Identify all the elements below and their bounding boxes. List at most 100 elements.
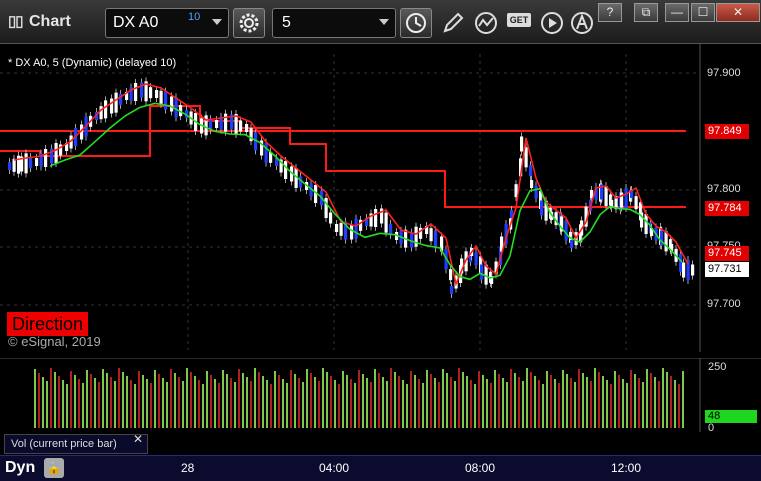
candle-body [54, 143, 58, 163]
volume-pane[interactable] [0, 358, 761, 432]
volume-bar [42, 377, 44, 428]
volume-bar [382, 377, 384, 428]
volume-bar [622, 379, 624, 428]
play-icon[interactable] [540, 10, 566, 36]
volume-bar [650, 373, 652, 428]
time-label: 08:00 [465, 461, 496, 475]
candle-body [159, 90, 163, 104]
volume-bar [166, 382, 168, 428]
symbol-delay-badge: 10 [188, 11, 201, 23]
volume-bar [286, 383, 288, 428]
volume-bar [430, 374, 432, 428]
volume-bar [102, 369, 104, 428]
candle-body [114, 92, 118, 113]
alert-icon[interactable] [570, 10, 596, 36]
volume-bar [78, 379, 80, 428]
symbol-input[interactable]: DX A0 10 [105, 8, 229, 38]
volume-bar [246, 377, 248, 428]
price-chart-canvas[interactable] [0, 44, 761, 352]
candle-body [329, 212, 333, 224]
volume-bar [106, 373, 108, 428]
volume-bar [230, 378, 232, 428]
volume-legend[interactable]: Vol (current price bar) [4, 434, 148, 454]
volume-bar [266, 380, 268, 428]
candle-body [520, 136, 524, 152]
volume-bar [86, 370, 88, 428]
candle-body [339, 222, 343, 236]
get-data-icon[interactable]: GET [507, 13, 531, 27]
volume-bar [218, 383, 220, 428]
volume-bar [510, 369, 512, 428]
volume-bar [418, 379, 420, 428]
volume-bar [366, 378, 368, 428]
volume-bar [398, 376, 400, 428]
pencil-icon[interactable] [440, 10, 466, 36]
volume-bar [326, 372, 328, 428]
volume-bar [138, 371, 140, 428]
candle-body [350, 224, 354, 240]
chart-window-icon: ▯▯ [8, 13, 23, 30]
volume-bar [118, 368, 120, 428]
volume-bar [442, 369, 444, 428]
price-tick: 97.900 [707, 67, 741, 79]
close-icon[interactable]: ✕ [133, 432, 143, 446]
lock-icon[interactable]: 🔒 [44, 458, 64, 478]
volume-bar [182, 381, 184, 428]
time-template-button[interactable] [400, 8, 432, 38]
price-bars [8, 77, 695, 298]
chevron-down-icon[interactable] [212, 19, 222, 25]
volume-bar [190, 372, 192, 428]
volume-tick: 0 [708, 422, 715, 434]
volume-bar [82, 383, 84, 428]
candle-body [384, 212, 388, 233]
volume-bar [226, 374, 228, 428]
time-axis[interactable] [0, 455, 761, 481]
interval-input[interactable]: 5 [272, 8, 396, 38]
volume-bar [250, 381, 252, 428]
volume-bar [486, 379, 488, 428]
time-label: 04:00 [319, 461, 350, 475]
candle-body [624, 188, 628, 208]
volume-bar [134, 384, 136, 428]
volume-bar [638, 378, 640, 428]
symbol-value: DX A0 [113, 14, 159, 31]
volume-bar [122, 372, 124, 428]
volume-bar [438, 382, 440, 428]
volume-bar [466, 376, 468, 428]
volume-bar [58, 376, 60, 428]
volume-bar [494, 370, 496, 428]
chart-caption: * DX A0, 5 (Dynamic) (delayed 10) [8, 57, 177, 69]
minimize-button[interactable]: — [665, 3, 689, 22]
candle-body [450, 286, 454, 294]
last-price-tag: 97.731 [705, 262, 749, 277]
volume-bar [110, 377, 112, 428]
maximize-button[interactable]: ☐ [691, 3, 715, 22]
volume-bar [314, 377, 316, 428]
volume-bar [578, 369, 580, 428]
volume-bar [370, 382, 372, 428]
dynamic-mode-label[interactable]: Dyn [5, 459, 35, 477]
restore-button[interactable]: ⧉ [634, 3, 658, 22]
interval-value: 5 [282, 14, 291, 31]
volume-bar [278, 375, 280, 428]
help-button[interactable]: ? [598, 3, 622, 22]
volume-bar [222, 370, 224, 428]
settings-button[interactable] [233, 8, 265, 38]
volume-bar [534, 376, 536, 428]
studies-icon[interactable] [474, 10, 500, 36]
volume-bar [586, 377, 588, 428]
volume-bar [146, 379, 148, 428]
volume-bar [354, 383, 356, 428]
close-button[interactable]: ✕ [716, 3, 760, 22]
volume-bar [530, 372, 532, 428]
volume-bar [414, 375, 416, 428]
volume-bar [570, 378, 572, 428]
settings-gear-icon [239, 13, 259, 33]
candle-body [99, 106, 103, 120]
candle-body [540, 200, 544, 216]
volume-bar [646, 369, 648, 428]
volume-bar [338, 384, 340, 428]
volume-bar [194, 376, 196, 428]
chevron-down-icon[interactable] [379, 19, 389, 25]
volume-bar [562, 370, 564, 428]
